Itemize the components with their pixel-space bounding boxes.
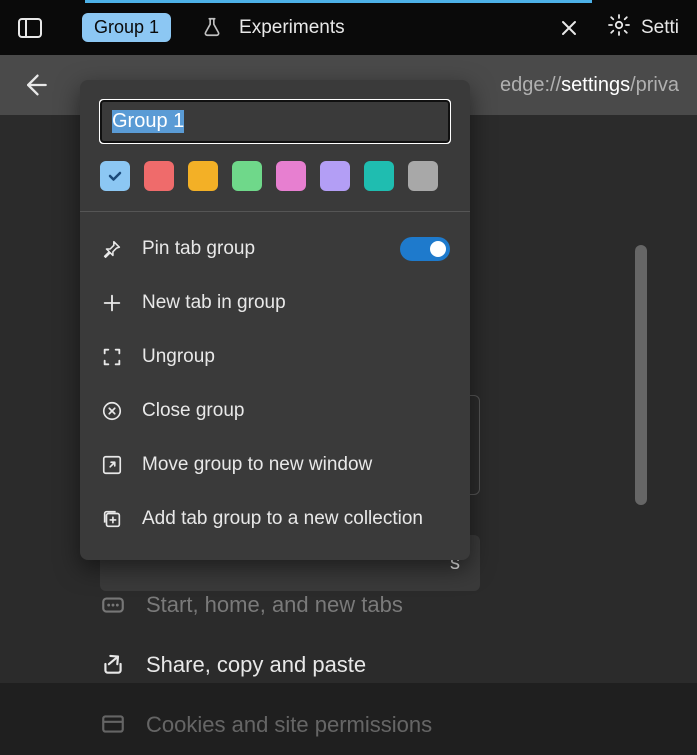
tab-close-button[interactable] (555, 14, 583, 42)
menu-item-label: Move group to new window (142, 454, 372, 476)
nav-label: Share, copy and paste (146, 652, 366, 678)
cookies-icon (100, 711, 128, 739)
menu-item-label: Ungroup (142, 346, 215, 368)
menu-item-label: Close group (142, 400, 244, 422)
nav-label: Cookies and site permissions (146, 712, 432, 738)
group-name-input[interactable] (100, 100, 450, 143)
close-circle-icon (100, 399, 124, 423)
home-more-icon (100, 591, 128, 619)
divider (80, 211, 470, 212)
color-swatch-5[interactable] (320, 161, 350, 191)
tab-actions-icon[interactable] (18, 18, 42, 38)
nav-item-share[interactable]: Share, copy and paste (100, 635, 597, 695)
menu-item-window-arrow[interactable]: Move group to new window (80, 438, 470, 492)
pin-icon (100, 237, 124, 261)
tab-group-menu: Pin tab group New tab in group Ungroup Clos… (80, 80, 470, 560)
url-suffix: /priva (630, 74, 679, 96)
color-swatch-4[interactable] (276, 161, 306, 191)
url-prefix: edge:// (500, 74, 561, 96)
tab-bar: Group 1 Experiments Setti (0, 0, 697, 55)
menu-item-ungroup[interactable]: Ungroup (80, 330, 470, 384)
flask-icon (201, 16, 225, 40)
color-swatch-3[interactable] (232, 161, 262, 191)
menu-item-close-circle[interactable]: Close group (80, 384, 470, 438)
color-swatch-7[interactable] (408, 161, 438, 191)
tab-experiments[interactable]: Experiments (201, 16, 345, 40)
gear-icon (607, 13, 631, 43)
color-swatch-0[interactable] (100, 161, 130, 191)
color-picker (80, 161, 470, 211)
window-arrow-icon (100, 453, 124, 477)
color-swatch-2[interactable] (188, 161, 218, 191)
collection-add-icon (100, 507, 124, 531)
plus-icon (100, 291, 124, 315)
url-highlight: settings (561, 74, 630, 96)
menu-item-pin[interactable]: Pin tab group (80, 222, 470, 276)
menu-item-label: Pin tab group (142, 238, 255, 260)
menu-item-plus[interactable]: New tab in group (80, 276, 470, 330)
nav-item-cookies[interactable]: Cookies and site permissions (100, 695, 597, 755)
pin-toggle[interactable] (400, 237, 450, 261)
color-swatch-6[interactable] (364, 161, 394, 191)
settings-tab[interactable]: Setti (607, 13, 679, 43)
tab-label: Experiments (239, 17, 345, 39)
tab-group-chip[interactable]: Group 1 (82, 13, 171, 42)
settings-tab-label: Setti (641, 17, 679, 39)
menu-item-collection-add[interactable]: Add tab group to a new collection (80, 492, 470, 546)
menu-item-label: Add tab group to a new collection (142, 508, 423, 530)
share-icon (100, 651, 128, 679)
address-url[interactable]: edge://settings/priva (500, 74, 679, 97)
scrollbar[interactable] (635, 245, 647, 505)
back-button[interactable] (18, 69, 50, 101)
color-swatch-1[interactable] (144, 161, 174, 191)
nav-label: Start, home, and new tabs (146, 592, 403, 618)
ungroup-icon (100, 345, 124, 369)
menu-item-label: New tab in group (142, 292, 286, 314)
